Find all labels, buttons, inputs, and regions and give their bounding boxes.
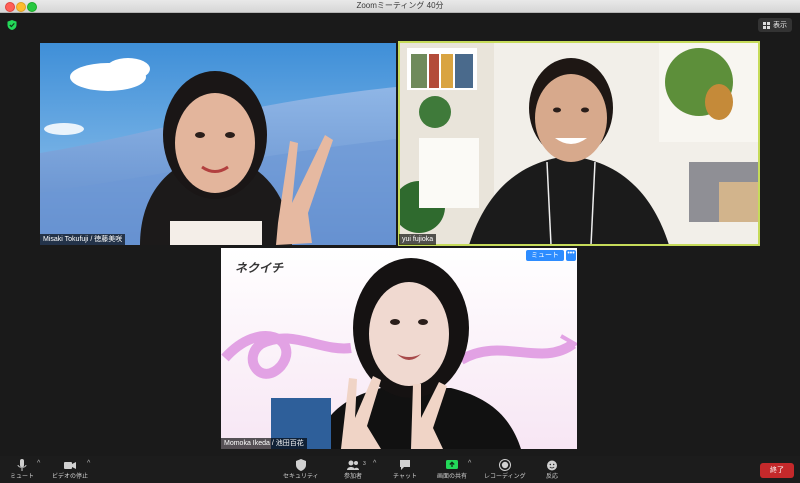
participants-label: 参加者	[344, 474, 363, 480]
video-options-chevron-icon[interactable]: ^	[87, 460, 90, 467]
video-tile-3[interactable]: ネクイチ ミュート ••• Momoka Ikeda / 池田百花	[221, 248, 577, 449]
window-titlebar: Zoomミーティング 40分	[0, 0, 800, 13]
participant-name-1: Misaki Tokufuji / 徳藤美咲	[40, 234, 126, 245]
record-label: レコーディング	[484, 474, 526, 480]
view-button-label: 表示	[773, 22, 787, 29]
chat-button[interactable]: チャット	[393, 458, 417, 481]
more-options-button[interactable]: •••	[566, 250, 576, 261]
video-tile-2-active-speaker[interactable]: yui fujioka	[398, 41, 760, 246]
meeting-toolbar: ミュート ^ ビデオの停止 ^ セキュリティ 参加者 3 ^ チャット 画面の共…	[0, 456, 800, 483]
share-screen-icon	[446, 460, 458, 469]
share-options-chevron-icon[interactable]: ^	[468, 460, 471, 467]
mute-participant-button[interactable]: ミュート	[526, 250, 564, 261]
video-camera-icon	[64, 462, 76, 469]
audio-options-chevron-icon[interactable]: ^	[37, 460, 40, 467]
security-button[interactable]: セキュリティ	[283, 458, 319, 481]
view-button[interactable]: 表示	[758, 18, 792, 32]
emoji-reaction-icon	[547, 460, 557, 471]
chat-bubble-icon	[399, 460, 410, 470]
reactions-label: 反応	[545, 474, 558, 480]
mute-label: ミュート	[10, 474, 35, 480]
chat-label: チャット	[393, 474, 417, 480]
participant-name-2: yui fujioka	[399, 234, 437, 245]
security-shield-icon	[295, 459, 306, 471]
security-label: セキュリティ	[283, 474, 319, 480]
share-screen-button[interactable]: 画面の共有	[437, 458, 467, 481]
video-tile-1[interactable]: Misaki Tokufuji / 徳藤美咲	[40, 43, 396, 245]
microphone-icon	[17, 459, 27, 471]
participant-name-3: Momoka Ikeda / 池田百花	[221, 438, 307, 449]
mute-button[interactable]: ミュート	[10, 458, 34, 481]
share-screen-label: 画面の共有	[437, 474, 468, 480]
end-meeting-button[interactable]: 終了	[760, 463, 794, 478]
stop-video-label: ビデオの停止	[52, 474, 89, 480]
stop-video-button[interactable]: ビデオの停止	[52, 458, 88, 481]
svg-text:ネクイチ: ネクイチ	[235, 261, 284, 275]
participants-icon	[347, 460, 359, 470]
video-stage: 表示 Misaki Tokufuji / 徳藤美咲 yui fujioka ネク…	[0, 13, 800, 456]
participants-options-chevron-icon[interactable]: ^	[373, 460, 376, 467]
participants-button[interactable]: 参加者	[344, 458, 362, 481]
participant-video-3: ネクイチ	[221, 248, 577, 449]
reactions-button[interactable]: 反応	[545, 458, 559, 481]
encryption-shield-icon[interactable]	[6, 19, 18, 31]
grid-view-icon	[763, 21, 770, 29]
record-icon	[498, 459, 511, 471]
window-title: Zoomミーティング 40分	[356, 1, 444, 10]
record-button[interactable]: レコーディング	[484, 458, 526, 481]
participants-count: 3	[363, 461, 366, 467]
participant-video-2	[399, 42, 759, 245]
participant-video-1	[40, 43, 396, 245]
